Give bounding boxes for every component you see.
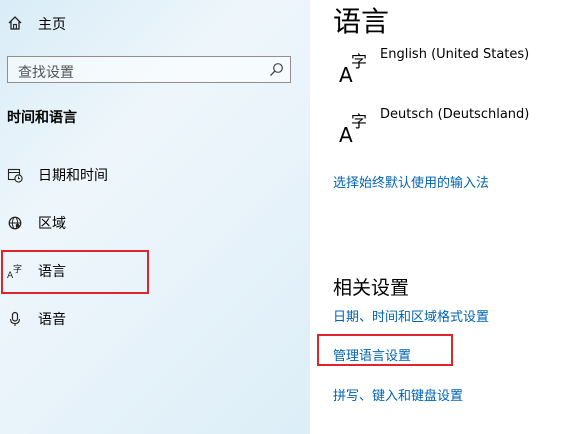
svg-text:字: 字 [351,52,367,71]
home-nav-item[interactable]: 主页 [0,8,310,38]
sidebar-item-label: 语音 [38,312,66,328]
home-label: 主页 [38,17,66,33]
microphone-icon [9,311,21,326]
svg-text:字: 字 [351,112,367,131]
spelling-typing-keyboard-link[interactable]: 拼写、键入和键盘设置 [333,385,463,404]
settings-window: 主页 查找设置 时间和语言 日期和时间 区域 A 字 语言 语音 语言 A 字 … [0,0,562,434]
language-name: Deutsch (Deutschland) [380,107,530,122]
language-glyph-icon: A 字 [339,112,367,145]
language-glyph-icon: A 字 [339,52,367,85]
main-panel: 语言 A 字 English (United States) A 字 Deuts… [310,0,562,434]
related-settings-heading: 相关设置 [333,277,410,299]
globe-icon [8,216,22,230]
sidebar: 主页 查找设置 时间和语言 日期和时间 区域 A 字 语言 语音 [0,0,310,434]
search-icon[interactable] [269,62,284,77]
calendar-clock-icon [7,168,23,183]
search-placeholder: 查找设置 [18,65,74,81]
sidebar-item-region[interactable]: 区域 [0,203,300,243]
date-time-region-format-link[interactable]: 日期、时间和区域格式设置 [333,306,489,325]
highlight-box-manage-language-link [317,334,453,366]
sidebar-item-label: 日期和时间 [38,168,108,184]
language-name: English (United States) [380,47,530,62]
highlight-box-language-item [1,250,149,294]
sidebar-item-date-time[interactable]: 日期和时间 [0,155,300,195]
language-list-item[interactable]: A 字 Deutsch (Deutschland) [333,107,562,151]
sidebar-item-speech[interactable]: 语音 [0,299,300,339]
home-icon [8,16,22,30]
search-input[interactable]: 查找设置 [7,56,291,83]
language-list-item[interactable]: A 字 English (United States) [333,47,562,91]
section-heading: 时间和语言 [7,110,77,126]
page-title: 语言 [333,5,390,38]
sidebar-item-label: 区域 [38,216,66,232]
default-input-method-link[interactable]: 选择始终默认使用的输入法 [333,172,489,191]
